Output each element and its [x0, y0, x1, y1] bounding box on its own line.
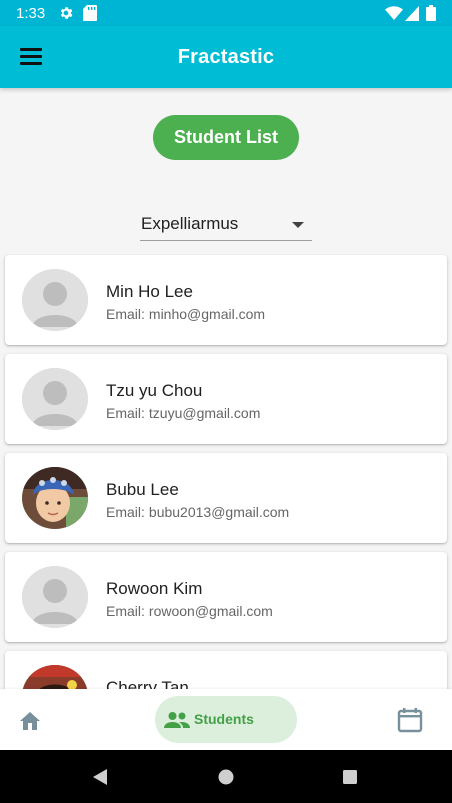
student-name: Tzu yu Chou — [106, 381, 203, 400]
email-value: minho@gmail.com — [148, 306, 266, 322]
photo-avatar — [22, 665, 88, 689]
student-name: Bubu Lee — [106, 480, 179, 499]
email-label: Email: — [106, 504, 145, 520]
student-name: Min Ho Lee — [106, 282, 193, 301]
system-navigation-bar — [0, 750, 452, 803]
nav-students-label: Students — [194, 711, 254, 727]
student-email: Email: minho@gmail.com — [106, 306, 265, 322]
photo-avatar — [22, 467, 88, 529]
student-list-button[interactable]: Student List — [153, 115, 299, 160]
status-bar: 1:33 — [0, 0, 452, 26]
chevron-down-icon — [292, 222, 304, 228]
student-email: Email: bubu2013@gmail.com — [106, 504, 289, 520]
calendar-icon[interactable] — [397, 707, 423, 733]
student-card[interactable]: Bubu Lee Email: bubu2013@gmail.com — [5, 453, 447, 543]
bottom-navigation: Students — [0, 689, 452, 750]
student-card[interactable]: Cherry Tan — [5, 651, 447, 689]
default-avatar-icon — [22, 368, 88, 430]
student-name: Cherry Tan — [106, 678, 189, 689]
student-card[interactable]: Min Ho Lee Email: minho@gmail.com — [5, 255, 447, 345]
default-avatar-icon — [22, 269, 88, 331]
cellular-icon — [405, 5, 419, 26]
app-title: Fractastic — [177, 46, 275, 68]
email-value: tzuyu@gmail.com — [148, 405, 261, 421]
people-icon — [164, 711, 190, 734]
nav-students-tab[interactable]: Students — [155, 696, 297, 743]
wifi-icon — [385, 5, 403, 26]
default-avatar-icon — [22, 566, 88, 628]
email-label: Email: — [106, 405, 145, 421]
home-icon[interactable] — [18, 709, 44, 731]
status-time: 1:33 — [16, 5, 46, 22]
sd-card-icon — [83, 5, 97, 26]
class-dropdown[interactable]: Expelliarmus — [140, 210, 312, 241]
class-dropdown-value: Expelliarmus — [141, 214, 239, 233]
student-card[interactable]: Rowoon Kim Email: rowoon@gmail.com — [5, 552, 447, 642]
student-name: Rowoon Kim — [106, 579, 203, 598]
student-email: Email: rowoon@gmail.com — [106, 603, 273, 619]
student-email: Email: tzuyu@gmail.com — [106, 405, 260, 421]
student-list[interactable]: Min Ho Lee Email: minho@gmail.com Tzu yu … — [0, 254, 452, 689]
email-label: Email: — [106, 306, 145, 322]
student-card[interactable]: Tzu yu Chou Email: tzuyu@gmail.com — [5, 354, 447, 444]
home-circle-icon[interactable] — [217, 768, 235, 791]
battery-icon — [426, 5, 436, 26]
email-value: rowoon@gmail.com — [148, 603, 273, 619]
recents-icon[interactable] — [342, 769, 358, 790]
app-bar: Fractastic — [0, 26, 452, 88]
gear-icon — [58, 5, 74, 26]
email-value: bubu2013@gmail.com — [148, 504, 290, 520]
email-label: Email: — [106, 603, 145, 619]
back-icon[interactable] — [91, 768, 109, 791]
